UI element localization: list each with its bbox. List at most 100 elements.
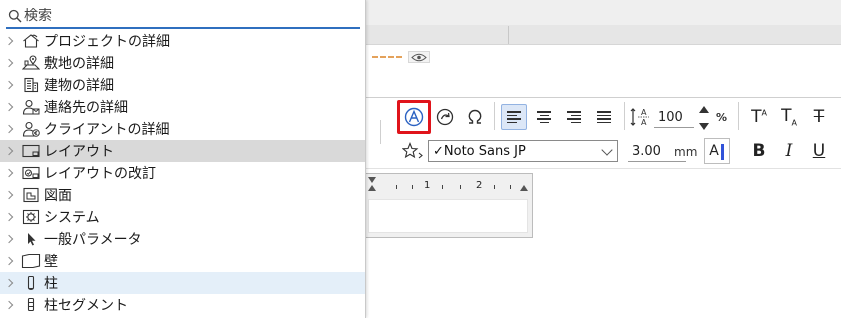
font-family-dropdown[interactable]: ✓Noto Sans JP: [428, 140, 618, 162]
tree-item-label: 連絡先の詳細: [44, 100, 128, 116]
chevron-right-icon[interactable]: [0, 256, 20, 266]
building-icon: [20, 76, 42, 94]
line-spacing-button[interactable]: A A: [628, 104, 652, 130]
tree-item-building-details[interactable]: 建物の詳細: [0, 74, 365, 96]
chevron-down-icon: [601, 144, 613, 156]
scale-stepper[interactable]: [698, 106, 710, 130]
chevron-right-icon[interactable]: [0, 300, 20, 310]
font-family-value: ✓Noto Sans JP: [433, 143, 526, 159]
font-size-unit-label: mm: [674, 145, 698, 159]
tree-item-column[interactable]: 柱: [0, 272, 365, 294]
strikethrough-button[interactable]: T: [806, 104, 832, 130]
visibility-toggle[interactable]: [408, 51, 430, 63]
text-style-button[interactable]: [397, 100, 431, 134]
tree-item-site-details[interactable]: 敷地の詳細: [0, 52, 365, 74]
chevron-right-icon[interactable]: [0, 234, 20, 244]
tree-item-label: 柱セグメント: [44, 298, 128, 314]
ruler-label: 1: [424, 180, 431, 191]
right-indent-marker[interactable]: [520, 185, 528, 191]
text-color-label: A: [709, 143, 719, 159]
tree-item-label: 建物の詳細: [44, 78, 114, 94]
align-left-button[interactable]: [501, 104, 527, 130]
tab-divider: [508, 26, 509, 44]
category-tree: プロジェクトの詳細 敷地の詳細 建物の詳細 連絡先の詳細 クライアントの詳細 レ…: [0, 30, 365, 316]
tree-item-wall[interactable]: 壁: [0, 250, 365, 272]
underline-button[interactable]: U: [806, 138, 832, 164]
layout-revision-icon: [20, 164, 42, 182]
left-indent-marker[interactable]: [368, 185, 376, 191]
bold-button[interactable]: B: [746, 138, 772, 164]
line-spacing-icon: A A: [630, 108, 649, 127]
chevron-right-icon[interactable]: [0, 36, 20, 46]
tree-item-label: プロジェクトの詳細: [44, 34, 170, 50]
search-field[interactable]: [6, 5, 360, 29]
tree-item-client-details[interactable]: クライアントの詳細: [0, 118, 365, 140]
tree-item-label: 壁: [44, 254, 58, 270]
rotate-text-button[interactable]: [432, 104, 458, 130]
italic-button[interactable]: I: [776, 138, 802, 164]
align-center-button[interactable]: [531, 104, 557, 130]
text-color-button[interactable]: A: [704, 138, 730, 164]
tree-item-system[interactable]: システム: [0, 206, 365, 228]
first-indent-marker[interactable]: [368, 177, 376, 183]
tree-item-layout-revision[interactable]: レイアウトの改訂: [0, 162, 365, 184]
autotext-dropdown-panel: プロジェクトの詳細 敷地の詳細 建物の詳細: [0, 0, 366, 318]
special-character-button[interactable]: [462, 104, 488, 130]
tree-item-project-details[interactable]: プロジェクトの詳細: [0, 30, 365, 52]
tree-item-label: システム: [44, 210, 100, 226]
text-editor-box: 1 2: [363, 173, 533, 238]
italic-icon: I: [785, 141, 793, 161]
tree-item-contact-details[interactable]: 連絡先の詳細: [0, 96, 365, 118]
chevron-right-icon[interactable]: [0, 80, 20, 90]
column-segment-icon: [20, 296, 42, 314]
client-icon: [20, 120, 42, 138]
tree-item-label: 敷地の詳細: [44, 56, 114, 72]
subscript-button[interactable]: TA: [776, 104, 802, 130]
tree-item-label: クライアントの詳細: [44, 122, 170, 138]
drawing-icon: [20, 186, 42, 204]
chevron-right-icon[interactable]: [0, 168, 20, 178]
chevron-right-icon[interactable]: [0, 102, 20, 112]
chevron-right-icon[interactable]: [0, 190, 20, 200]
align-right-button[interactable]: [561, 104, 587, 130]
text-entry-area[interactable]: [368, 199, 528, 233]
chevron-right-icon[interactable]: [0, 278, 20, 288]
increment-arrow-icon[interactable]: [699, 106, 709, 113]
cursor-arrow-icon: [20, 230, 42, 248]
chevron-right-icon[interactable]: [0, 212, 20, 222]
tree-item-label: 一般パラメータ: [44, 232, 142, 248]
ruler-label: 2: [476, 180, 483, 191]
app-window: A A % TA TA T ✓Noto Sans: [0, 0, 841, 318]
strikethrough-icon: T: [813, 107, 825, 127]
text-ruler[interactable]: 1 2: [368, 177, 528, 195]
tree-item-drawing[interactable]: 図面: [0, 184, 365, 206]
toolbar-separator: [380, 120, 381, 144]
justify-button[interactable]: [591, 104, 617, 130]
tree-item-general-parameters[interactable]: 一般パラメータ: [0, 228, 365, 250]
toolbar-separator: [624, 102, 625, 130]
align-right-icon: [567, 111, 581, 123]
toolbar-separator: [494, 102, 495, 130]
toolbar-separator: [738, 102, 739, 130]
search-input[interactable]: [24, 8, 344, 24]
chevron-right-icon[interactable]: [0, 58, 20, 68]
chevron-right-icon[interactable]: [0, 146, 20, 156]
tree-item-label: 柱: [44, 276, 58, 292]
subscript-icon: TA: [781, 106, 797, 128]
tree-item-label: レイアウトの改訂: [44, 166, 156, 182]
contact-person-icon: [20, 98, 42, 116]
superscript-icon: TA: [751, 107, 767, 127]
tree-item-column-segment[interactable]: 柱セグメント: [0, 294, 365, 316]
decrement-arrow-icon[interactable]: [699, 123, 709, 130]
site-pin-icon: [20, 54, 42, 72]
superscript-button[interactable]: TA: [746, 104, 772, 130]
text-scale-input[interactable]: [654, 108, 694, 128]
star-icon: [402, 142, 423, 159]
chevron-right-icon[interactable]: [0, 124, 20, 134]
tree-item-label: 図面: [44, 188, 72, 204]
favorites-button[interactable]: [400, 138, 426, 164]
layout-icon: [20, 142, 42, 160]
system-icon: [20, 208, 42, 226]
scale-unit-label: %: [716, 111, 728, 124]
tree-item-layout[interactable]: レイアウト: [0, 140, 365, 162]
